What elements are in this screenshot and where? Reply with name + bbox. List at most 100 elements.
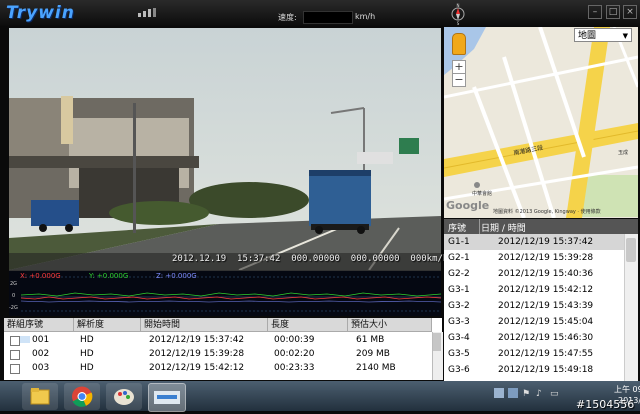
chrome-icon — [72, 386, 93, 407]
segment-id: G3-4 — [448, 333, 470, 343]
cell-length: 00:02:20 — [274, 349, 315, 359]
segment-time: 2012/12/19 15:46:30 — [498, 333, 594, 343]
list-item[interactable]: G3-1 2012/12/19 15:42:12 — [444, 282, 624, 298]
video-player[interactable] — [9, 28, 441, 270]
map-type-value: 地圖 — [578, 31, 597, 41]
column-header-length[interactable]: 長度 — [268, 318, 348, 332]
row-checkbox[interactable] — [10, 350, 20, 360]
row-checkbox[interactable] — [10, 364, 20, 374]
cell-group-seq: 001 — [32, 335, 50, 345]
cell-size: 209 MB — [356, 349, 390, 359]
segment-time: 2012/12/19 15:39:28 — [498, 253, 594, 263]
column-header-start-time[interactable]: 開始時間 — [141, 318, 268, 332]
segment-time: 2012/12/19 15:37:42 — [498, 237, 594, 247]
tray-flag-icon[interactable]: ⚑ — [522, 389, 532, 399]
gsensor-scale-bottom: -2G — [9, 305, 18, 311]
clock-time[interactable]: 上午 09 — [614, 384, 640, 395]
close-button[interactable]: × — [623, 5, 637, 19]
taskbar-paint-button[interactable] — [106, 383, 142, 410]
row-checkbox[interactable] — [10, 336, 20, 346]
gsensor-y-label: Y: +0.000G — [89, 272, 129, 280]
video-frame — [9, 28, 441, 270]
cell-start-time: 2012/12/19 15:39:28 — [149, 349, 245, 359]
map-attribution[interactable]: 地圖資料 ©2013 Google, Kingway · 使用條款 — [493, 208, 601, 215]
map-type-select[interactable]: 地圖 ▼ — [574, 28, 632, 42]
list-item[interactable]: G3-2 2012/12/19 15:43:39 — [444, 298, 624, 314]
column-header-seq[interactable]: 序號 — [448, 221, 466, 234]
map-view[interactable]: 南港路三段 中華會館 玉成 — [444, 27, 638, 218]
tray-volume-icon[interactable]: ♪ — [536, 389, 546, 399]
gsensor-z-label: Z: +0.000G — [156, 272, 197, 280]
list-item[interactable]: G3-3 2012/12/19 15:45:04 — [444, 314, 624, 330]
app-logo: Trywin — [6, 3, 75, 23]
list-item[interactable]: G3-4 2012/12/19 15:46:30 — [444, 330, 624, 346]
video-timestamp-overlay: 2012.12.19 15:37:42 000.00000 000.00000 … — [172, 254, 449, 264]
table-row[interactable]: 003 HD 2012/12/19 15:42:12 00:23:33 2140… — [4, 362, 432, 376]
cell-length: 00:23:33 — [274, 363, 315, 373]
maximize-button[interactable]: □ — [606, 5, 620, 19]
signal-icon — [138, 8, 156, 17]
segment-time: 2012/12/19 15:45:04 — [498, 317, 594, 327]
start-button[interactable] — [4, 382, 22, 410]
table-row[interactable]: 001 HD 2012/12/19 15:37:42 00:00:39 61 M… — [4, 334, 432, 348]
minimize-button[interactable]: – — [588, 5, 602, 19]
map-tiles: 南港路三段 中華會館 玉成 — [444, 27, 638, 218]
row-selection-marker — [20, 336, 30, 343]
speed-unit: km/h — [355, 12, 376, 21]
cell-start-time: 2012/12/19 15:42:12 — [149, 363, 245, 373]
gsensor-scale-top: 2G — [10, 281, 18, 287]
list-item[interactable]: G2-1 2012/12/19 15:39:28 — [444, 250, 624, 266]
cell-resolution: HD — [80, 363, 94, 373]
cell-group-seq: 002 — [32, 349, 50, 359]
compass-north: N — [457, 3, 460, 8]
column-header-group[interactable]: 群組序號 — [4, 318, 74, 332]
column-header-resolution[interactable]: 解析度 — [74, 318, 141, 332]
zoom-out-button[interactable]: − — [452, 73, 466, 87]
tray-network-icon[interactable] — [508, 388, 518, 398]
column-divider — [479, 219, 480, 234]
map-place-label-2: 玉成 — [618, 149, 628, 156]
cell-group-seq: 003 — [32, 363, 50, 373]
cell-resolution: HD — [80, 335, 94, 345]
segment-time: 2012/12/19 15:49:18 — [498, 365, 594, 375]
segment-time: 2012/12/19 15:40:36 — [498, 269, 594, 279]
cell-size: 2140 MB — [356, 363, 396, 373]
folder-icon — [30, 388, 50, 405]
segment-time: 2012/12/19 15:47:55 — [498, 349, 594, 359]
list-item[interactable]: G1-1 2012/12/19 15:37:42 — [444, 234, 624, 250]
tray-keyboard-icon[interactable] — [494, 388, 504, 398]
watermark-id: #1504556 — [576, 398, 635, 411]
taskbar-trywin-button[interactable] — [148, 383, 186, 412]
gsensor-graph — [9, 270, 442, 316]
segment-list: 序號 日期 / 時間 G1-1 2012/12/19 15:37:42 G2-1… — [444, 219, 638, 381]
compass-icon: N S — [451, 3, 465, 25]
tray-display-icon[interactable]: ▭ — [550, 389, 560, 399]
list-item[interactable]: G3-5 2012/12/19 15:47:55 — [444, 346, 624, 362]
cell-size: 61 MB — [356, 335, 385, 345]
street-view-pegman-icon[interactable] — [452, 33, 466, 55]
taskbar-explorer-button[interactable] — [22, 383, 58, 410]
gsensor-waveform — [20, 276, 442, 312]
zoom-in-button[interactable]: + — [452, 60, 466, 74]
list-item[interactable]: G3-6 2012/12/19 15:49:18 — [444, 362, 624, 378]
segment-id: G3-5 — [448, 349, 470, 359]
segment-time: 2012/12/19 15:42:12 — [498, 285, 594, 295]
column-header-datetime[interactable]: 日期 / 時間 — [481, 221, 526, 234]
table-row[interactable]: 002 HD 2012/12/19 15:39:28 00:02:20 209 … — [4, 348, 432, 362]
taskbar-chrome-button[interactable] — [64, 383, 100, 410]
gsensor-scale-mid: 0 — [12, 293, 16, 299]
cell-resolution: HD — [80, 349, 94, 359]
list-item[interactable]: G2-2 2012/12/19 15:40:36 — [444, 266, 624, 282]
segment-id: G3-3 — [448, 317, 470, 327]
file-table: 群組序號 解析度 開始時間 長度 預估大小 001 HD 2012/12/19 … — [4, 318, 443, 380]
speed-label: 速度: — [278, 13, 297, 22]
segment-list-scroll-thumb[interactable] — [626, 238, 636, 262]
segment-id: G3-2 — [448, 301, 470, 311]
paint-icon — [114, 389, 134, 405]
segment-id: G1-1 — [448, 237, 470, 247]
google-logo: Google — [446, 199, 490, 212]
segment-id: G3-1 — [448, 285, 470, 295]
column-header-size[interactable]: 預估大小 — [348, 318, 432, 332]
file-table-scroll-thumb[interactable] — [433, 333, 441, 351]
chevron-down-icon: ▼ — [622, 32, 628, 40]
